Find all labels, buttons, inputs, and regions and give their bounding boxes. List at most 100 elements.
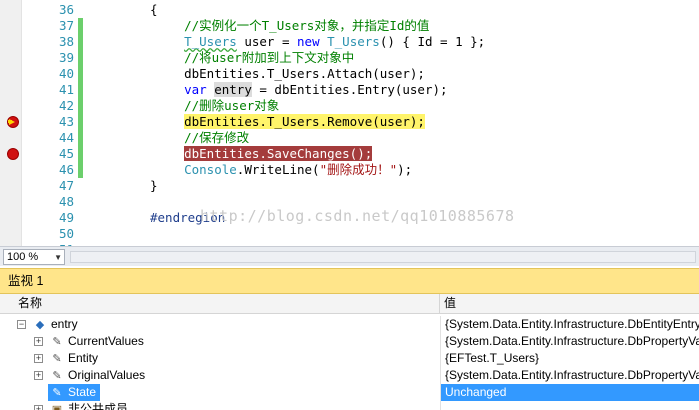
watch-name-cell[interactable]: ✎ Entity xyxy=(48,350,102,367)
code-line[interactable]: 39 //将user附加到上下文对象中 xyxy=(0,50,699,66)
watch-value[interactable]: {EFTest.T_Users} xyxy=(440,350,699,367)
line-number: 42 xyxy=(58,98,74,113)
watch-row[interactable]: ✎ State Unchanged xyxy=(0,384,699,401)
line-number: 49 xyxy=(58,210,74,225)
code-token: new xyxy=(297,34,320,49)
watch-name: entry xyxy=(51,317,78,331)
watch-name: State xyxy=(68,385,97,399)
line-number: 39 xyxy=(58,50,74,65)
code-line[interactable]: 41 var entry = dbEntities.Entry(user); xyxy=(0,82,699,98)
code-token: Console xyxy=(184,162,237,177)
change-indicator xyxy=(78,50,83,66)
line-number: 44 xyxy=(58,130,74,145)
code-text: dbEntities.T_Users.Attach(user); xyxy=(154,66,425,82)
watch-row[interactable]: − ◆ entry {System.Data.Entity.Infrastructur… xyxy=(0,316,699,333)
code-text: T_Users user = new T_Users() { Id = 1 }; xyxy=(154,34,485,50)
expand-icon[interactable]: + xyxy=(34,354,43,363)
code-line[interactable]: 47} xyxy=(0,178,699,194)
change-indicator xyxy=(78,98,83,114)
code-text: //实例化一个T_Users对象，并指定Id的值 xyxy=(154,18,429,34)
line-number: 38 xyxy=(58,34,74,49)
expand-icon[interactable]: + xyxy=(34,337,43,346)
line-number: 36 xyxy=(58,2,74,17)
watch-value[interactable]: {System.Data.Entity.Infrastructure.DbEnt… xyxy=(440,316,699,333)
line-number: 43 xyxy=(58,114,74,129)
watch-window: 监视 1 名称 值 − ◆ entry {System.Data.Entity.Inf… xyxy=(0,268,699,410)
code-token: T_Users xyxy=(327,34,380,49)
code-line[interactable]: 38 T_Users user = new T_Users() { Id = 1… xyxy=(0,34,699,50)
change-indicator xyxy=(78,66,83,82)
code-token: //保存修改 xyxy=(154,130,250,145)
breakpoint-icon[interactable] xyxy=(7,148,19,160)
watch-row[interactable]: + ▣ 非公共成员 xyxy=(0,401,699,410)
code-text: { xyxy=(150,2,158,18)
code-token: T_Users xyxy=(184,34,237,49)
code-text: //将user附加到上下文对象中 xyxy=(154,50,354,66)
column-header-value[interactable]: 值 xyxy=(444,294,456,313)
horizontal-scrollbar[interactable] xyxy=(70,251,696,263)
line-number: 41 xyxy=(58,82,74,97)
expand-icon[interactable]: + xyxy=(34,371,43,380)
change-indicator xyxy=(78,114,83,130)
lock-icon: ▣ xyxy=(51,404,63,410)
watch-value[interactable]: Unchanged xyxy=(440,384,699,401)
zoom-dropdown[interactable]: 100 % ▼ xyxy=(3,249,65,265)
code-line[interactable]: 42 //删除user对象 xyxy=(0,98,699,114)
code-text: dbEntities.T_Users.Remove(user); xyxy=(154,114,425,130)
chevron-down-icon: ▼ xyxy=(54,253,62,262)
code-token: dbEntities.T_Users.Remove(user); xyxy=(184,114,425,129)
watch-name-cell[interactable]: ✎ CurrentValues xyxy=(48,333,148,350)
code-editor[interactable]: 36 {37 //实例化一个T_Users对象，并指定Id的值 38 T_Users… xyxy=(0,0,699,246)
watch-row[interactable]: + ✎ Entity {EFTest.T_Users} xyxy=(0,350,699,367)
code-token: ); xyxy=(397,162,413,177)
code-token: () { Id = 1 }; xyxy=(379,34,486,49)
watch-name-cell[interactable]: ✎ State xyxy=(48,384,101,401)
watch-value[interactable] xyxy=(440,401,699,410)
watch-value[interactable]: {System.Data.Entity.Infrastructure.DbPro… xyxy=(440,333,699,350)
watch-row[interactable]: + ✎ CurrentValues {System.Data.Entity.Infra… xyxy=(0,333,699,350)
code-line[interactable]: 36 { xyxy=(0,2,699,18)
code-token: user = xyxy=(236,34,298,49)
watch-value[interactable]: {System.Data.Entity.Infrastructure.DbPro… xyxy=(440,367,699,384)
change-indicator xyxy=(78,18,83,34)
wrench-icon: ✎ xyxy=(52,370,62,382)
code-text: } xyxy=(150,178,158,194)
code-line[interactable]: 40 dbEntities.T_Users.Attach(user); xyxy=(0,66,699,82)
code-text: var entry = dbEntities.Entry(user); xyxy=(154,82,448,98)
watch-name-cell[interactable]: ◆ entry xyxy=(31,316,82,333)
watch-name: 非公共成员 xyxy=(68,402,129,410)
expand-icon[interactable]: + xyxy=(34,405,43,410)
column-header-name[interactable]: 名称 xyxy=(18,294,42,313)
code-line[interactable]: 50 xyxy=(0,226,699,242)
collapse-icon[interactable]: − xyxy=(17,320,26,329)
code-token: //删除user对象 xyxy=(154,98,280,113)
code-line[interactable]: 37 //实例化一个T_Users对象，并指定Id的值 xyxy=(0,18,699,34)
code-token: } xyxy=(150,178,158,193)
change-indicator xyxy=(78,146,83,162)
code-text: //删除user对象 xyxy=(154,98,279,114)
column-divider[interactable] xyxy=(439,294,440,314)
code-line[interactable]: 45 dbEntities.SaveChanges(); xyxy=(0,146,699,162)
code-token: var xyxy=(184,82,207,97)
code-token: dbEntities.SaveChanges(); xyxy=(184,146,373,161)
line-number: 47 xyxy=(58,178,74,193)
line-number: 40 xyxy=(58,66,74,81)
code-text: dbEntities.SaveChanges(); xyxy=(154,146,373,162)
line-number: 48 xyxy=(58,194,74,209)
code-line[interactable]: 44 //保存修改 xyxy=(0,130,699,146)
watch-name-cell[interactable]: ▣ 非公共成员 xyxy=(48,401,132,410)
watch-window-title[interactable]: 监视 1 xyxy=(0,268,699,294)
code-line[interactable]: 43 dbEntities.T_Users.Remove(user); xyxy=(0,114,699,130)
watch-name: OriginalValues xyxy=(68,368,146,382)
current-statement-breakpoint-icon[interactable] xyxy=(7,116,19,128)
code-token: { xyxy=(150,2,158,17)
code-line[interactable]: 46 Console.WriteLine("删除成功！"); xyxy=(0,162,699,178)
watch-row[interactable]: + ✎ OriginalValues {System.Data.Entity.Infr… xyxy=(0,367,699,384)
wrench-icon: ✎ xyxy=(52,387,62,399)
watch-name-cell[interactable]: ✎ OriginalValues xyxy=(48,367,149,384)
